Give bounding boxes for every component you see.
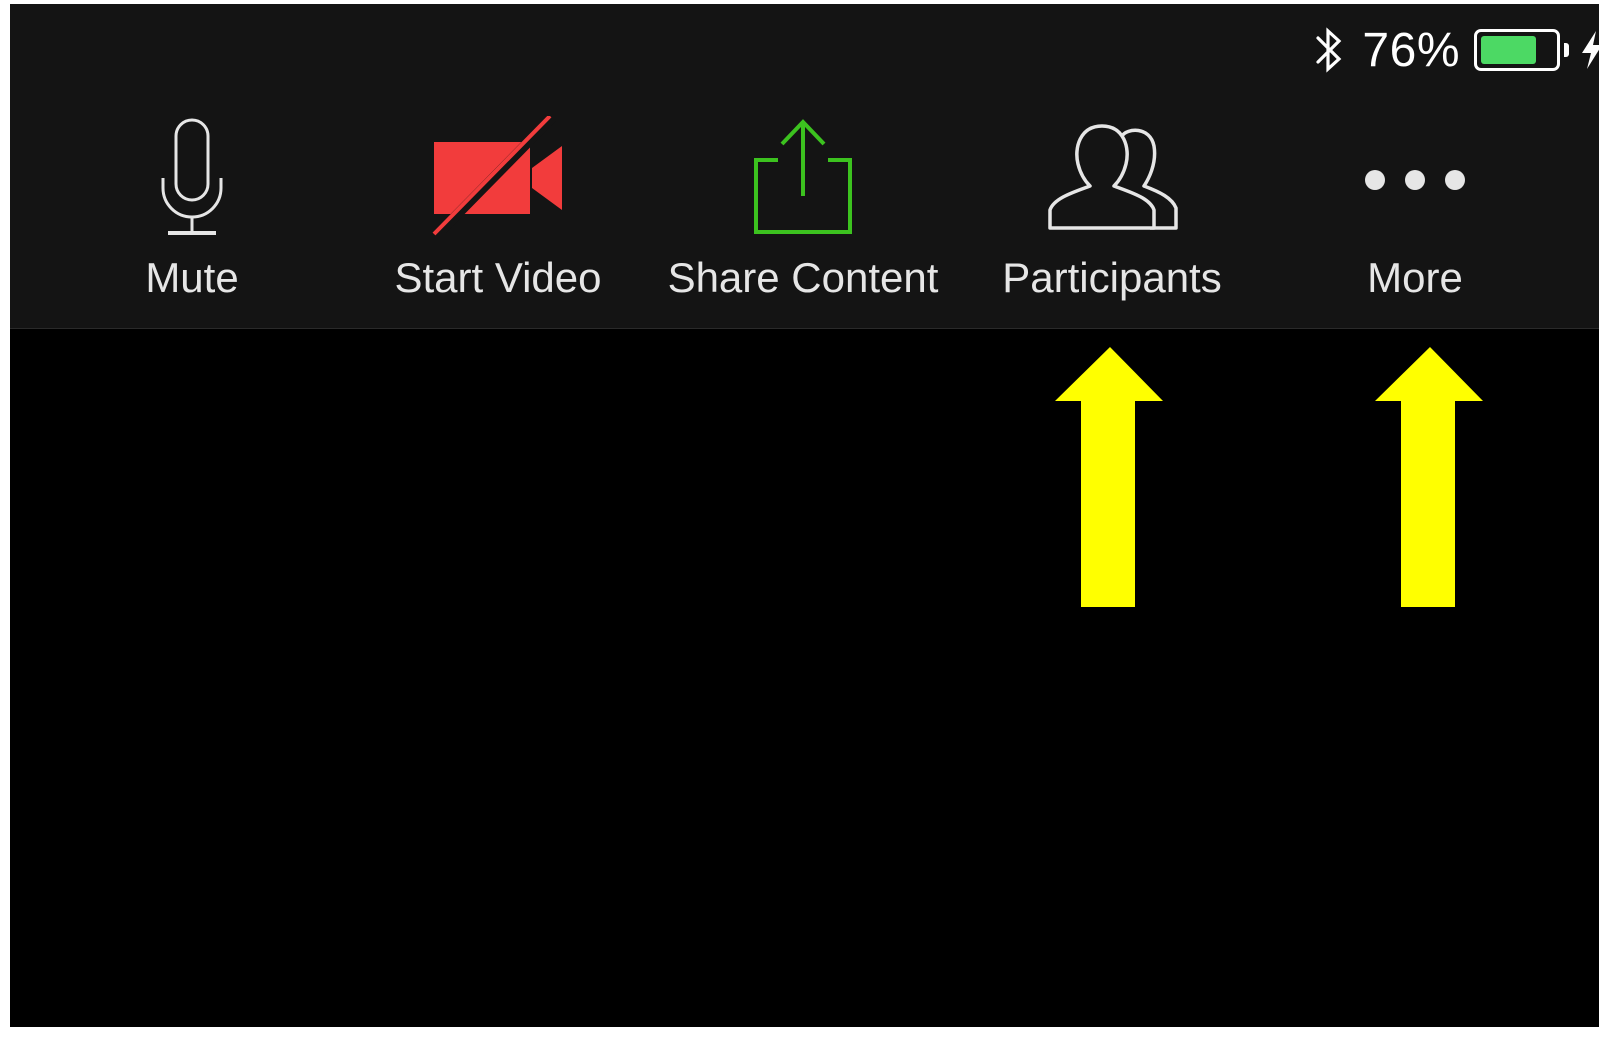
battery-percentage: 76% [1362, 23, 1460, 77]
start-video-label: Start Video [394, 254, 602, 301]
mute-button[interactable]: Mute [142, 116, 242, 316]
share-content-label: Share Content [667, 254, 939, 301]
participants-icon [1048, 124, 1178, 230]
more-icon [1365, 170, 1465, 190]
bolt-icon [1582, 31, 1599, 69]
microphone-icon [161, 118, 223, 235]
meeting-toolbar: 76% Mute Start Video Share Content Parti… [10, 4, 1599, 329]
battery-icon [1474, 29, 1560, 71]
status-bar: 76% [1314, 22, 1599, 78]
mute-label: Mute [145, 254, 239, 301]
arrow-icon [1055, 347, 1163, 607]
bluetooth-icon [1316, 27, 1342, 73]
meeting-screen: 76% Mute Start Video Share Content Parti… [10, 4, 1599, 1027]
share-content-button[interactable]: Share Content [658, 116, 948, 316]
battery-level-fill [1481, 36, 1536, 64]
participants-label: Participants [1002, 254, 1222, 301]
start-video-button[interactable]: Start Video [388, 116, 608, 316]
video-off-icon [432, 116, 562, 240]
participants-button[interactable]: Participants [992, 116, 1232, 316]
arrow-icon [1375, 347, 1483, 607]
battery-cap [1564, 43, 1569, 57]
more-button[interactable]: More [1355, 116, 1475, 316]
more-label: More [1367, 254, 1463, 301]
share-icon [754, 119, 852, 234]
